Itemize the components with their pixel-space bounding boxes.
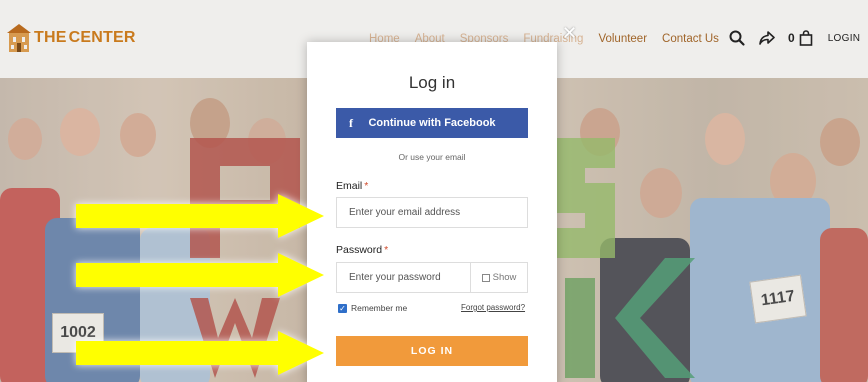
password-label-text: Password (336, 244, 383, 256)
logo-text: THE CENTER (34, 29, 136, 47)
facebook-button-label: Continue with Facebook (368, 117, 496, 129)
facebook-icon: f (349, 115, 353, 130)
logo-text-right: CENTER (68, 29, 136, 46)
share-icon[interactable] (758, 29, 776, 47)
password-label: Password * (336, 244, 388, 256)
cart-count[interactable]: 0 (788, 31, 795, 45)
show-password-checkbox-icon (481, 273, 490, 282)
nav-contact-us[interactable]: Contact Us (662, 33, 719, 45)
or-use-email-text: Or use your email (398, 152, 466, 162)
email-field-wrapper (336, 197, 528, 228)
continue-with-facebook-button[interactable]: f Continue with Facebook (336, 108, 528, 138)
search-icon[interactable] (728, 29, 746, 47)
modal-title: Log in (408, 73, 456, 92)
remember-me-checkbox[interactable]: ✓ (338, 303, 347, 313)
header-login-link[interactable]: LOGIN (828, 33, 861, 44)
yellow-arrow-login-annotation (76, 331, 324, 375)
logo-text-left: THE (34, 29, 67, 46)
required-mark: * (384, 244, 389, 256)
login-modal: Log in f Continue with Facebook Or use y… (307, 42, 557, 382)
header-actions: 0 LOGIN (728, 29, 860, 47)
email-field[interactable] (337, 198, 527, 227)
site-logo[interactable]: THE CENTER (7, 22, 136, 54)
nav-volunteer[interactable]: Volunteer (598, 33, 647, 45)
password-field-wrapper: Show (336, 262, 528, 293)
show-password-toggle[interactable]: Show (470, 263, 527, 292)
remember-me[interactable]: ✓ Remember me (338, 303, 407, 313)
cart-icon[interactable] (797, 29, 815, 47)
required-mark: * (364, 180, 369, 192)
modal-close-icon[interactable]: ✕ (562, 24, 577, 42)
password-field[interactable] (337, 263, 471, 292)
yellow-arrow-email-annotation (76, 194, 324, 238)
email-label-text: Email (336, 180, 363, 192)
logo-building-icon (7, 24, 31, 52)
log-in-button[interactable]: LOG IN (336, 336, 528, 366)
yellow-arrow-password-annotation (76, 253, 324, 297)
forgot-password-link[interactable]: Forgot password? (461, 303, 525, 312)
email-label: Email * (336, 180, 368, 192)
show-password-label: Show (492, 272, 517, 283)
remember-me-label: Remember me (351, 303, 408, 313)
